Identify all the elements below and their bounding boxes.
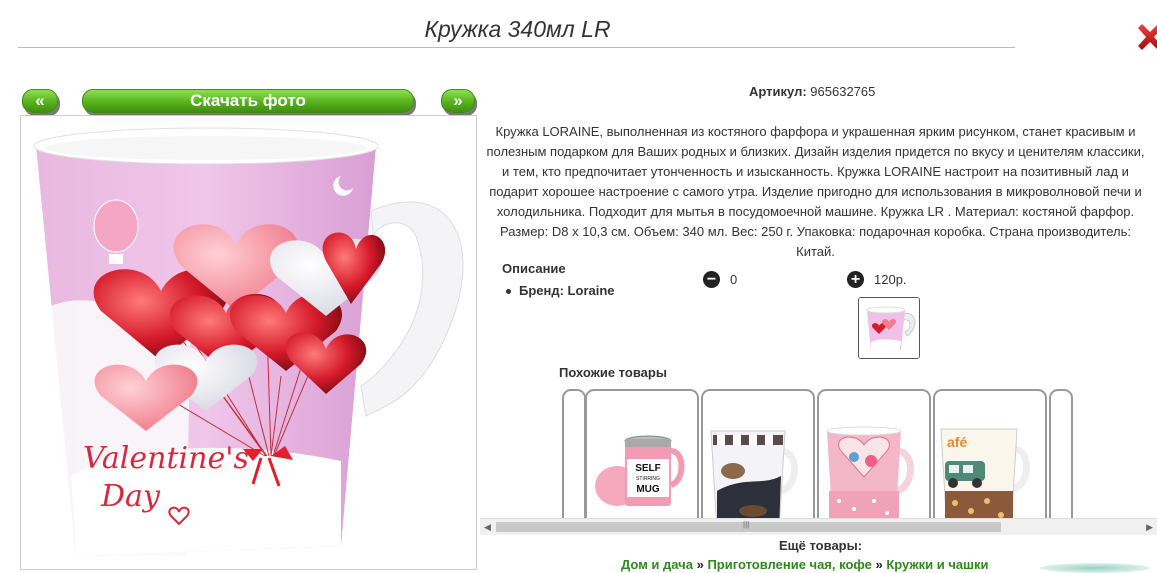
close-icon[interactable] xyxy=(1138,20,1157,54)
minus-count: 0 xyxy=(730,272,738,287)
plus-value: 120р. xyxy=(874,272,907,287)
article-label: Артикул: xyxy=(749,84,807,99)
similar-item[interactable] xyxy=(817,389,931,531)
vote-minus: − 0 xyxy=(703,271,737,288)
more-products-heading: Ещё товары: xyxy=(779,538,863,553)
mug-thumbnail-icon xyxy=(859,298,919,358)
spec-heading: Описание xyxy=(502,261,566,276)
similar-item[interactable]: afé xyxy=(933,389,1047,531)
decorative-shadow xyxy=(1040,563,1150,573)
breadcrumb-home-garden[interactable]: Дом и дача xyxy=(621,557,693,572)
breadcrumb-mugs-cups[interactable]: Кружки и чашки xyxy=(886,557,988,572)
brand-spec: Бренд: Loraine xyxy=(506,283,615,298)
similar-heading: Похожие товары xyxy=(559,365,667,380)
article-value: 965632765 xyxy=(810,84,876,99)
breadcrumb: Дом и дача » Приготовление чая, кофе » К… xyxy=(621,557,988,572)
mug-text-line1: Valentine's xyxy=(83,441,249,476)
scrollbar-grip-icon: ||| xyxy=(743,520,750,529)
product-description: Кружка LORAINE, выполненная из костяного… xyxy=(486,124,1145,259)
car-mug-image: afé xyxy=(940,428,1030,531)
download-photo-button[interactable]: Скачать фото xyxy=(82,89,414,113)
self-stirring-mug-image: SELF STIRRING MUG xyxy=(595,435,685,506)
pink-heart-mug-image xyxy=(826,426,914,531)
minus-circle-icon[interactable]: − xyxy=(703,271,720,288)
self-mug-text-1: SELF xyxy=(635,463,661,474)
mug-text-line2: Day xyxy=(100,479,161,514)
vote-plus: + 120р. xyxy=(847,271,907,288)
article-number: Артикул: 965632765 xyxy=(749,84,875,99)
prev-photo-button[interactable]: « xyxy=(22,89,58,113)
similar-item[interactable] xyxy=(701,389,815,531)
breadcrumb-tea-coffee[interactable]: Приготовление чая, кофе xyxy=(707,557,871,572)
scroll-right-icon[interactable]: ▶ xyxy=(1146,522,1153,533)
carousel-next-button[interactable] xyxy=(1049,389,1073,531)
brand-label: Бренд: Loraine xyxy=(519,283,615,298)
product-photo: Valentine's Day xyxy=(20,115,477,570)
page-title: Кружка 340мл LR xyxy=(424,16,611,42)
coffee-mug-image xyxy=(710,430,798,531)
scroll-left-icon[interactable]: ◀ xyxy=(484,522,491,533)
similar-carousel: SELF STIRRING MUG afé xyxy=(480,386,1157,534)
breadcrumb-separator: » xyxy=(692,557,708,572)
bullet-icon xyxy=(506,289,511,295)
self-mug-text-2: STIRRING xyxy=(636,476,660,482)
carousel-prev-button[interactable] xyxy=(562,389,586,531)
self-mug-text-3: MUG xyxy=(636,484,660,495)
title-divider xyxy=(18,47,1015,48)
breadcrumb-separator: » xyxy=(871,557,887,572)
horizontal-scrollbar[interactable]: ◀ ||| ▶ xyxy=(480,518,1157,535)
svg-text:afé: afé xyxy=(947,434,967,450)
product-thumbnail[interactable] xyxy=(858,297,920,359)
next-photo-button[interactable]: » xyxy=(441,89,475,113)
similar-item[interactable]: SELF STIRRING MUG xyxy=(585,389,699,531)
plus-circle-icon[interactable]: + xyxy=(847,271,864,288)
mug-illustration: Valentine's Day xyxy=(33,127,464,556)
